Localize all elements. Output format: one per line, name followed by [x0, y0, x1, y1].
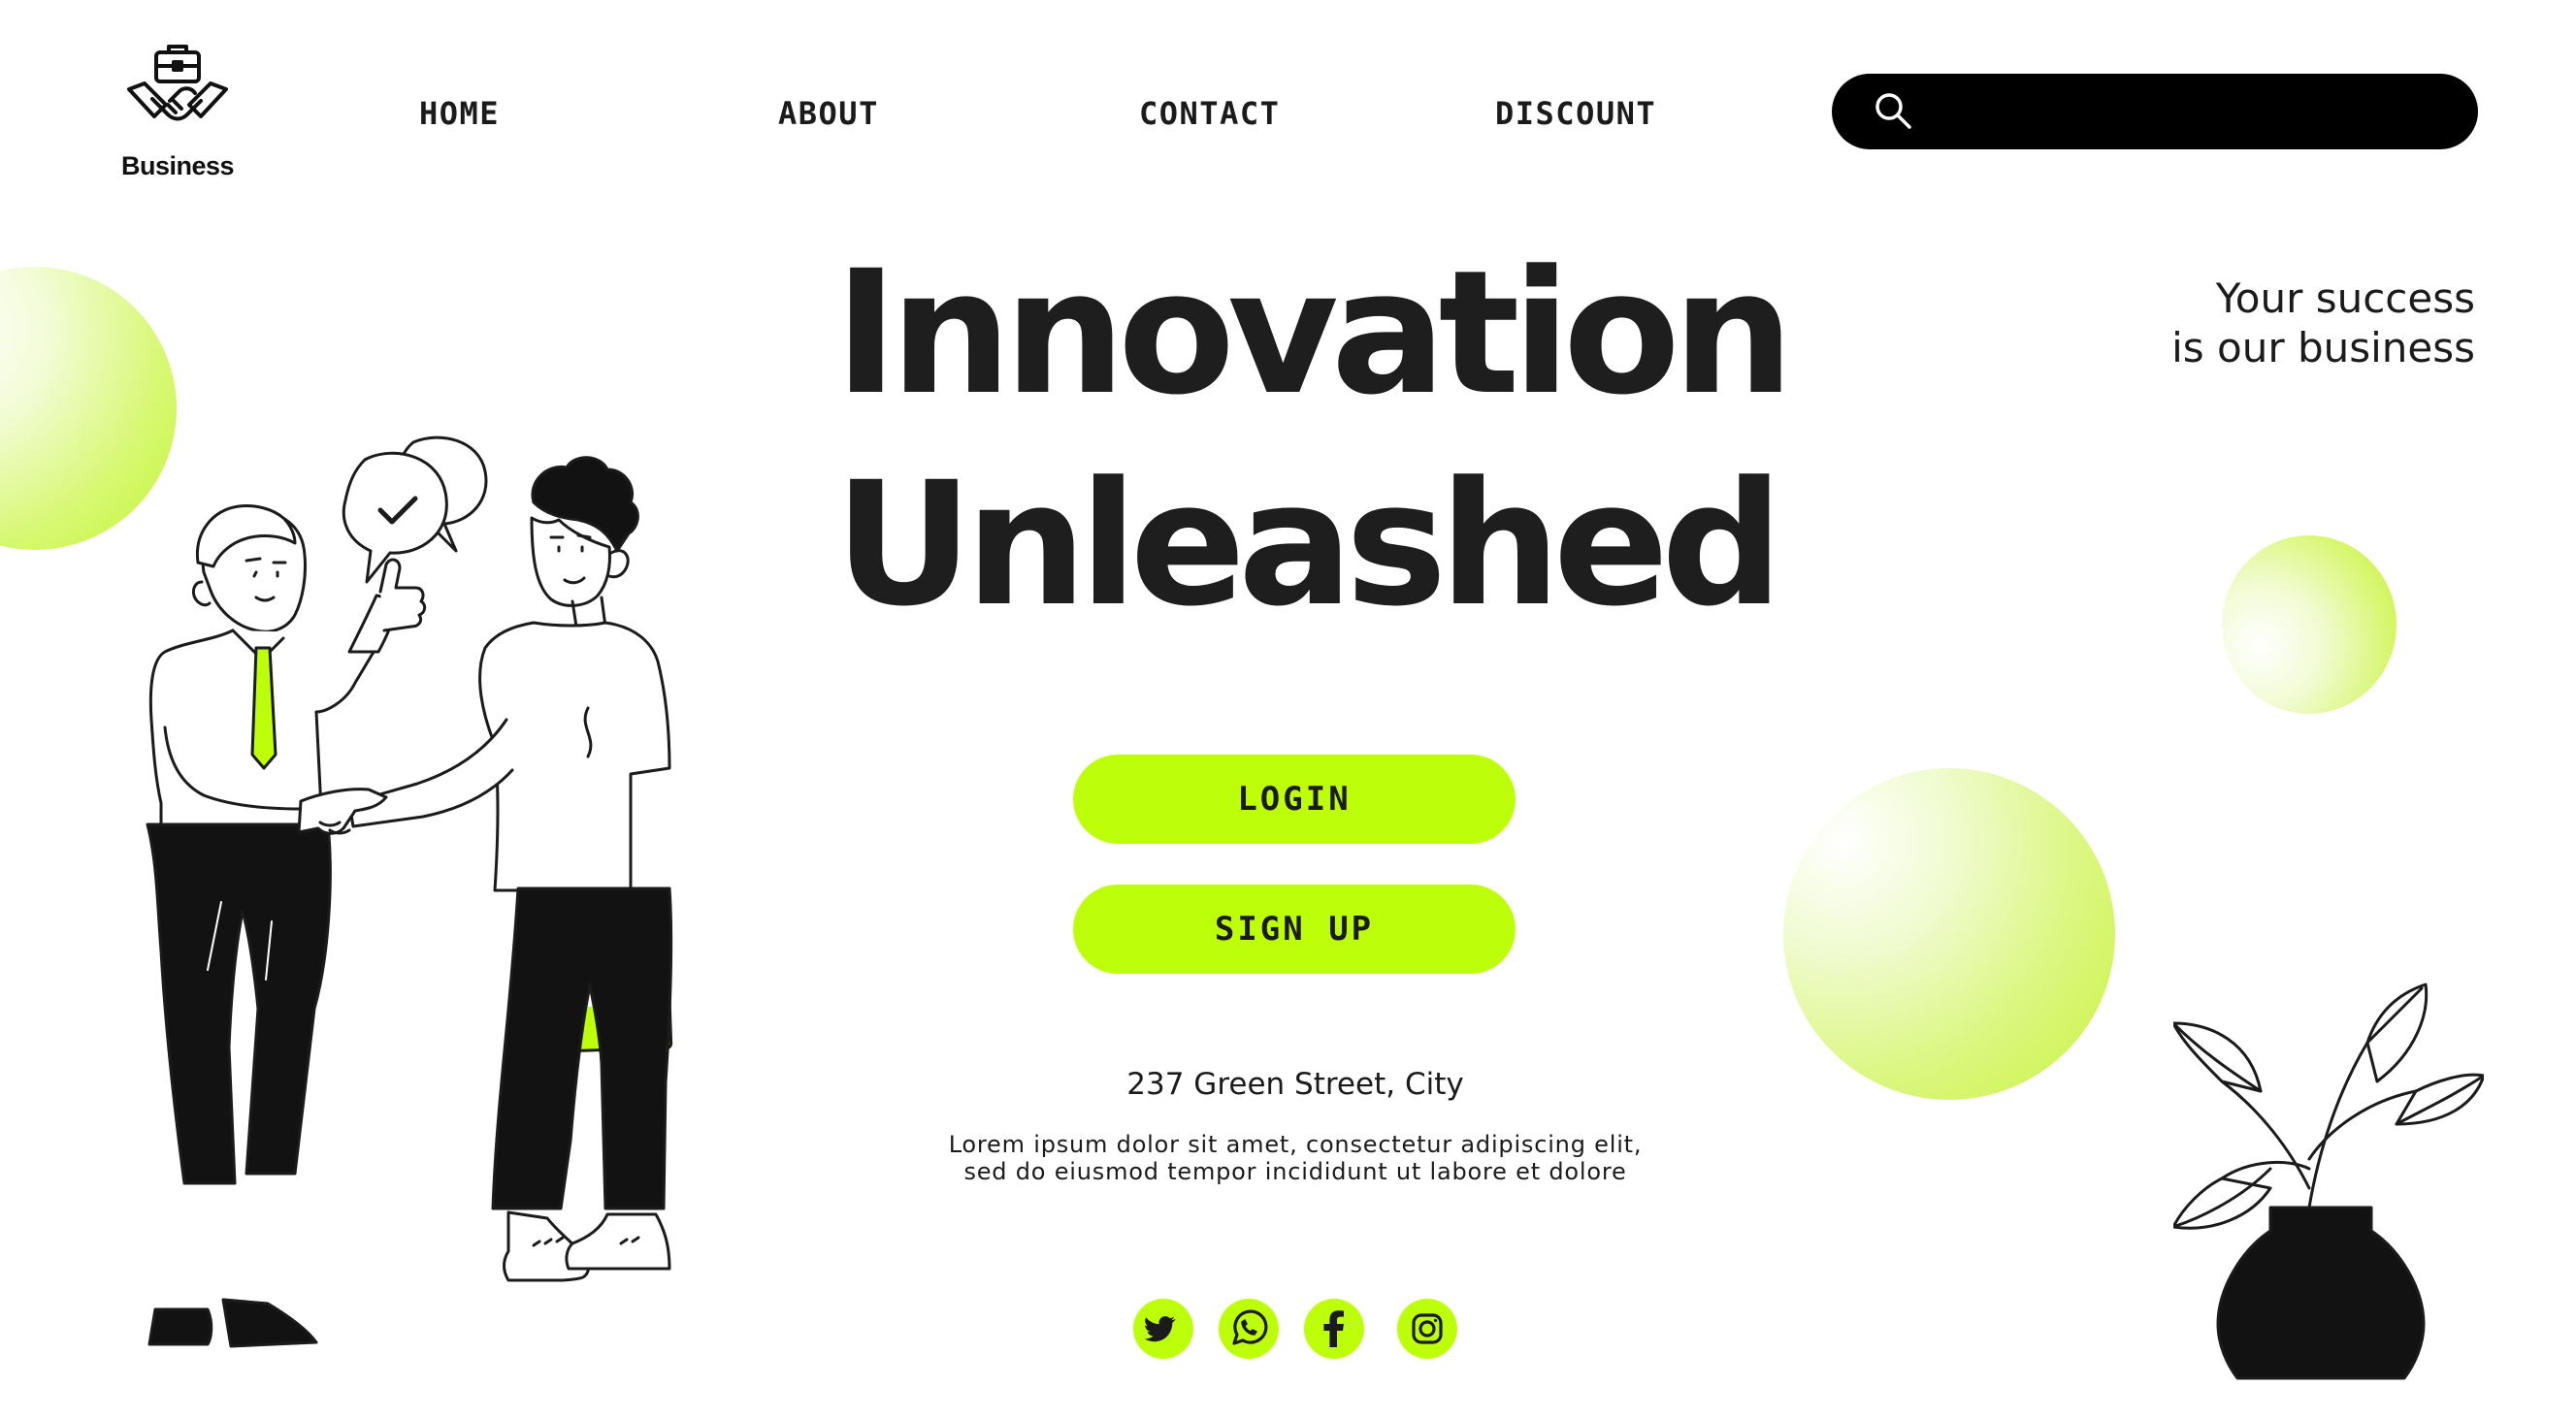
description-text: Lorem ipsum dolor sit amet, consectetur …: [902, 1131, 1688, 1185]
decorative-circle-right-small: [2222, 535, 2397, 714]
instagram-icon: [1412, 1313, 1443, 1344]
young-man-figure: [297, 456, 673, 1282]
signup-button[interactable]: SIGN UP: [1073, 885, 1516, 974]
nav-contact[interactable]: CONTACT: [1139, 95, 1280, 132]
nav-about[interactable]: ABOUT: [778, 95, 879, 132]
brand-logo[interactable]: Business: [114, 45, 241, 190]
twitter-icon: [1144, 1316, 1176, 1342]
facebook-icon: [1323, 1310, 1344, 1347]
instagram-link[interactable]: [1397, 1299, 1457, 1359]
whatsapp-icon: [1232, 1309, 1268, 1345]
search-bar[interactable]: [1832, 74, 2478, 149]
briefcase-handshake-icon: [127, 45, 228, 121]
potted-plant-illustration: [2173, 983, 2484, 1380]
nav-discount[interactable]: DISCOUNT: [1495, 95, 1656, 132]
brand-name: Business: [120, 151, 235, 180]
hero-headline-line-1: Innovation: [834, 234, 1794, 433]
twitter-link[interactable]: [1133, 1299, 1193, 1359]
hero-tagline: Your success is our business: [2171, 274, 2475, 372]
tagline-line-2: is our business: [2171, 324, 2475, 371]
search-icon[interactable]: [1873, 90, 1915, 133]
tagline-line-1: Your success: [2215, 274, 2475, 322]
description-line-1: Lorem ipsum dolor sit amet, consectetur …: [948, 1131, 1643, 1158]
businessman-figure: [146, 504, 427, 1348]
whatsapp-link[interactable]: [1219, 1299, 1279, 1359]
address-text: 237 Green Street, City: [1126, 1067, 1464, 1102]
login-button[interactable]: LOGIN: [1073, 755, 1516, 844]
hero-headline-line-2: Unleashed: [834, 445, 1783, 644]
speech-bubbles: [342, 435, 488, 584]
search-input[interactable]: [1929, 87, 2443, 136]
facebook-link[interactable]: [1304, 1299, 1364, 1359]
handshake-illustration: [146, 435, 673, 1348]
nav-home[interactable]: HOME: [419, 95, 500, 132]
decorative-circle-right-large: [1783, 768, 2115, 1100]
description-line-2: sed do eiusmod tempor incididunt ut labo…: [963, 1158, 1627, 1185]
